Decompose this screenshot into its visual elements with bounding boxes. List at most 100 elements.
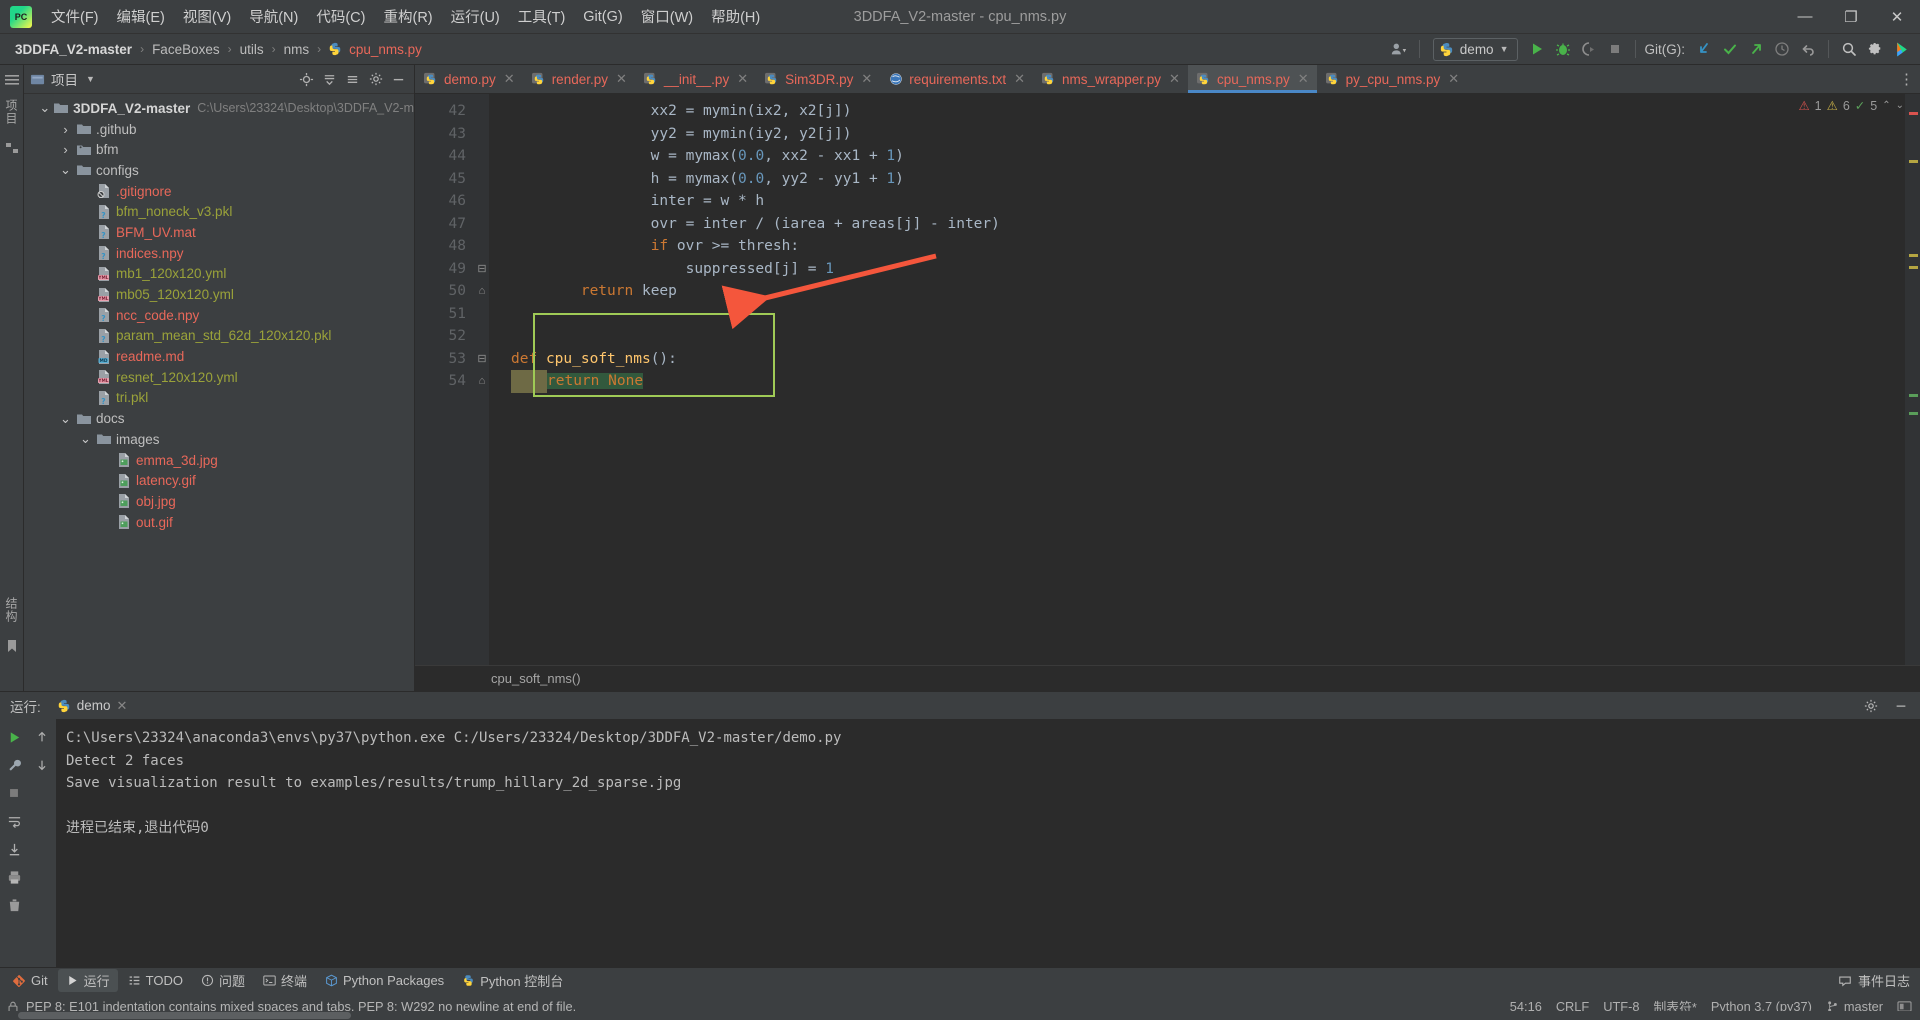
code-folding-column[interactable]: ⊟ ⌂ ⊟ ⌂ (475, 94, 489, 665)
print-icon[interactable] (2, 865, 26, 889)
tree-file-row[interactable]: .gitignore (24, 181, 414, 202)
code-line[interactable]: w = mymax(0.0, xx2 - xx1 + 1) (489, 145, 1905, 168)
tree-folder-row[interactable]: › .github (24, 119, 414, 140)
debug-icon[interactable] (1550, 37, 1576, 61)
bottom-tab---[interactable]: 终端 (255, 969, 315, 992)
bottom-tab-python----[interactable]: Python 控制台 (454, 969, 571, 992)
chevron-right-icon[interactable]: › (57, 122, 74, 137)
bookmark-icon[interactable] (1, 635, 23, 657)
code-line[interactable]: yy2 = mymin(iy2, y2[j]) (489, 123, 1905, 146)
people-icon[interactable]: ▾ (1386, 37, 1412, 61)
tree-file-row[interactable]: ? indices.npy (24, 243, 414, 264)
tree-file-row[interactable]: ? BFM_UV.mat (24, 222, 414, 243)
code-line[interactable]: suppressed[j] = 1 (489, 258, 1905, 281)
breadcrumb-item-utils[interactable]: utils (237, 41, 267, 58)
history-icon[interactable] (1769, 37, 1795, 61)
fold-marker-icon[interactable]: ⌂ (475, 370, 489, 393)
chevron-up-icon[interactable]: ⌃ (1882, 100, 1890, 111)
editor-tab-py-cpu-nms-py[interactable]: py_cpu_nms.py ✕ (1317, 65, 1467, 93)
close-icon[interactable]: ✕ (1448, 71, 1459, 87)
close-icon[interactable]: ✕ (616, 71, 627, 87)
menu-navigate[interactable]: 导航(N) (240, 2, 307, 31)
tree-folder-row[interactable]: ⌄ images (24, 429, 414, 450)
scrollbar-thumb[interactable] (18, 1012, 351, 1019)
tree-file-row[interactable]: YML resnet_120x120.yml (24, 367, 414, 388)
project-tree-hscrollbar[interactable] (0, 1011, 1920, 1020)
close-icon[interactable]: ✕ (504, 71, 515, 87)
tree-folder-row[interactable]: › bfm (24, 139, 414, 160)
editor-tab-requirements-txt[interactable]: requirements.txt ✕ (880, 65, 1033, 93)
clear-all-icon[interactable] (2, 893, 26, 917)
tree-file-row[interactable]: YML mb1_120x120.yml (24, 264, 414, 285)
editor-tab---init---py[interactable]: __init__.py ✕ (635, 65, 756, 93)
rollback-icon[interactable] (1795, 37, 1821, 61)
tree-file-row[interactable]: ? param_mean_std_62d_120x120.pkl (24, 326, 414, 347)
tree-file-row[interactable]: ? tri.pkl (24, 388, 414, 409)
tree-file-row[interactable]: ? bfm_noneck_v3.pkl (24, 201, 414, 222)
tree-file-row[interactable]: out.gif (24, 512, 414, 533)
editor-tab-overflow[interactable]: ⋮ (1899, 65, 1920, 93)
soft-wrap-icon[interactable] (2, 809, 26, 833)
run-tab-demo[interactable]: demo ✕ (51, 696, 134, 716)
coverage-icon[interactable] (1576, 37, 1602, 61)
git-push-icon[interactable] (1743, 37, 1769, 61)
run-panel-settings-icon[interactable] (1858, 694, 1884, 718)
editor-tab-render-py[interactable]: render.py ✕ (523, 65, 635, 93)
close-icon[interactable]: ✕ (737, 71, 748, 87)
menu-git[interactable]: Git(G) (574, 5, 631, 29)
close-icon[interactable]: ✕ (861, 71, 872, 87)
up-icon[interactable] (30, 725, 54, 749)
chevron-down-icon[interactable]: ⌄ (37, 100, 53, 116)
code-line[interactable]: def cpu_soft_nms(): (489, 348, 1905, 371)
menu-edit[interactable]: 编辑(E) (108, 2, 174, 31)
tree-file-row[interactable]: emma_3d.jpg (24, 450, 414, 471)
hide-panel-icon[interactable] (387, 68, 410, 90)
tree-folder-row[interactable]: ⌄ 3DDFA_V2-master C:\Users\23324\Desktop\3… (24, 98, 414, 119)
stripe-label-structure[interactable]: 结构 (3, 591, 20, 629)
project-tree[interactable]: ⌄ 3DDFA_V2-master C:\Users\23324\Desktop\3… (24, 94, 414, 691)
wrench-icon[interactable] (2, 753, 26, 777)
code-line[interactable]: h = mymax(0.0, yy2 - yy1 + 1) (489, 168, 1905, 191)
inspection-summary[interactable]: ⚠ 1 ⚠ 6 ✓ 5 ⌃ ⌄ (1798, 98, 1904, 114)
menu-window[interactable]: 窗口(W) (632, 2, 702, 31)
menu-code[interactable]: 代码(C) (307, 2, 374, 31)
chevron-down-icon[interactable]: ⌄ (77, 431, 94, 447)
code-line[interactable]: return None (489, 370, 1905, 393)
inspection-error-mark[interactable] (1909, 112, 1918, 115)
inspection-warning-mark[interactable] (1909, 254, 1918, 257)
chevron-right-icon[interactable]: › (57, 142, 74, 157)
inspection-strip[interactable] (1905, 94, 1920, 665)
code-line[interactable]: return keep (489, 280, 1905, 303)
stop-icon[interactable] (2, 781, 26, 805)
run-icon[interactable] (1524, 37, 1550, 61)
breadcrumb-item-faceboxes[interactable]: FaceBoxes (149, 41, 223, 58)
event-log-widget[interactable]: 事件日志 (1838, 971, 1920, 990)
minimize-button[interactable]: — (1782, 0, 1828, 34)
run-console-output[interactable]: C:\Users\23324\anaconda3\envs\py37\pytho… (56, 719, 1920, 967)
expand-all-icon[interactable] (318, 68, 341, 90)
inspection-info-mark[interactable] (1909, 394, 1918, 397)
menu-help[interactable]: 帮助(H) (702, 2, 769, 31)
rerun-icon[interactable] (2, 725, 26, 749)
close-icon[interactable]: ✕ (117, 698, 128, 714)
scroll-to-end-icon[interactable] (2, 837, 26, 861)
settings-icon[interactable] (1862, 37, 1888, 61)
code-line[interactable] (489, 303, 1905, 326)
collapse-all-icon[interactable] (341, 68, 364, 90)
inspection-info-mark[interactable] (1909, 412, 1918, 415)
tree-folder-row[interactable]: ⌄ configs (24, 160, 414, 181)
bottom-tab-todo[interactable]: TODO (120, 971, 191, 990)
close-icon[interactable]: ✕ (1014, 71, 1025, 87)
breadcrumb-item-project[interactable]: 3DDFA_V2-master (12, 41, 135, 58)
code-line[interactable]: xx2 = mymin(ix2, x2[j]) (489, 100, 1905, 123)
editor-tab-sim3dr-py[interactable]: Sim3DR.py ✕ (756, 65, 880, 93)
down-icon[interactable] (30, 753, 54, 777)
menu-file[interactable]: 文件(F) (42, 2, 108, 31)
breadcrumb-item-file[interactable]: cpu_nms.py (346, 41, 425, 58)
menu-refactor[interactable]: 重构(R) (374, 2, 441, 31)
tree-folder-row[interactable]: ⌄ docs (24, 408, 414, 429)
breadcrumb-item-nms[interactable]: nms (281, 41, 313, 58)
code-line[interactable]: inter = w * h (489, 190, 1905, 213)
code-line[interactable]: ovr = inter / (iarea + areas[j] - inter) (489, 213, 1905, 236)
chevron-down-icon[interactable]: ▼ (86, 74, 95, 84)
